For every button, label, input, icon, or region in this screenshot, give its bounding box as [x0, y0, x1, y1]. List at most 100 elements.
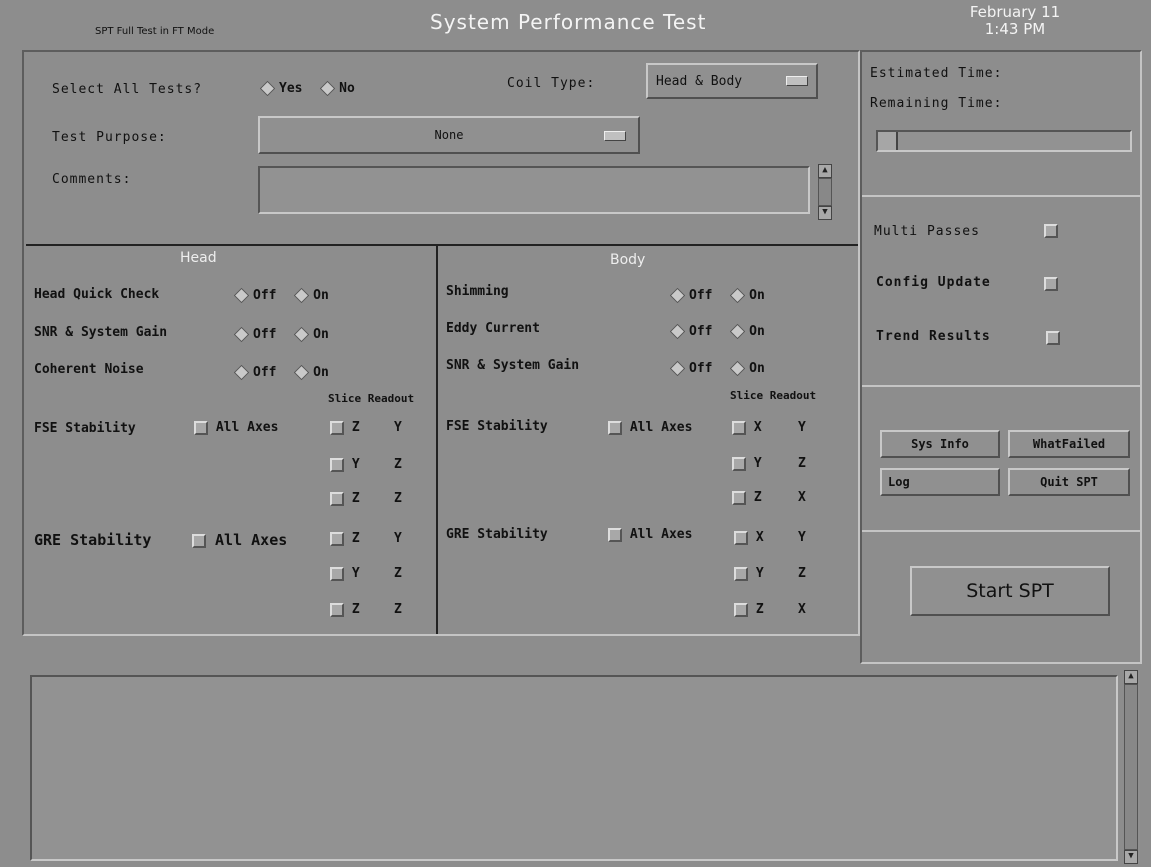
radio-diamond-icon — [669, 323, 686, 340]
head-gre-axis-row[interactable]: Z — [330, 531, 360, 546]
head-fse-axis-row[interactable]: Z — [330, 491, 360, 506]
body-gre-axis-row[interactable]: Y — [734, 566, 764, 581]
head-fse-axis-row[interactable]: Z — [330, 420, 360, 435]
head-fse-readout: Z — [394, 457, 402, 472]
radio-diamond-icon — [729, 287, 746, 304]
head-quick-check-label: Head Quick Check — [34, 287, 160, 302]
comments-field[interactable] — [258, 166, 810, 214]
head-fse-axis-row[interactable]: Y — [330, 457, 360, 472]
scroll-track[interactable] — [1124, 684, 1138, 850]
option-menu-icon — [786, 76, 808, 86]
radio-on[interactable]: On — [292, 364, 329, 381]
sys-info-button[interactable]: Sys Info — [880, 430, 1000, 458]
head-gre-axis-row[interactable]: Y — [330, 566, 360, 581]
body-gre-readout: Y — [798, 530, 806, 545]
radio-off[interactable]: Off — [232, 326, 276, 343]
head-quick-check-radios: Off On — [232, 286, 335, 305]
select-all-yes-radio[interactable]: Yes — [258, 80, 302, 97]
select-all-no-radio[interactable]: No — [318, 80, 355, 97]
body-panel — [438, 244, 858, 634]
head-coherent-noise-radios: Off On — [232, 363, 335, 382]
body-gre-stability-label: GRE Stability — [446, 527, 548, 542]
multi-passes-checkbox[interactable] — [1044, 224, 1058, 238]
right-divider — [862, 530, 1140, 532]
checkbox[interactable] — [194, 420, 208, 435]
test-purpose-menu[interactable]: None — [258, 116, 640, 154]
head-gre-readout: Y — [394, 531, 402, 546]
test-purpose-value: None — [434, 128, 464, 142]
head-fse-readout: Y — [394, 420, 402, 435]
radio-diamond-icon — [669, 287, 686, 304]
window-title: System Performance Test — [430, 10, 707, 34]
body-fse-axis-row[interactable]: X — [732, 420, 762, 435]
radio-diamond-icon — [233, 364, 250, 381]
radio-off[interactable]: Off — [232, 287, 276, 304]
radio-diamond-icon — [293, 326, 310, 343]
body-shimming-label: Shimming — [446, 284, 509, 299]
estimated-time-label: Estimated Time: — [870, 66, 1003, 81]
config-update-checkbox[interactable] — [1044, 277, 1058, 291]
right-divider — [862, 385, 1140, 387]
radio-diamond-icon — [293, 287, 310, 304]
body-slice-readout-header: Slice Readout — [730, 389, 817, 402]
head-fse-all-axes[interactable]: All Axes — [194, 420, 278, 435]
mode-label: SPT Full Test in FT Mode — [95, 26, 215, 37]
radio-on[interactable]: On — [292, 326, 329, 343]
body-fse-stability-label: FSE Stability — [446, 419, 548, 434]
what-failed-button[interactable]: WhatFailed — [1008, 430, 1130, 458]
config-update-label: Config Update — [876, 275, 991, 290]
radio-diamond-icon — [319, 80, 336, 97]
scroll-down-icon[interactable]: ▼ — [1124, 850, 1138, 864]
date-label: February 11 — [969, 3, 1061, 21]
radio-on[interactable]: On — [728, 287, 765, 304]
scroll-up-icon[interactable]: ▲ — [1124, 670, 1138, 684]
radio-off[interactable]: Off — [668, 360, 712, 377]
body-gre-axis-row[interactable]: X — [734, 530, 764, 545]
multi-passes-label: Multi Passes — [874, 224, 980, 239]
body-eddy-current-label: Eddy Current — [446, 321, 540, 336]
body-fse-readout: Z — [798, 456, 806, 471]
select-all-radios: Yes No — [258, 79, 361, 98]
log-scrollbar[interactable]: ▲ ▼ — [1124, 670, 1140, 864]
trend-results-checkbox[interactable] — [1046, 331, 1060, 345]
head-gre-all-axes[interactable]: All Axes — [192, 531, 287, 549]
body-fse-all-axes[interactable]: All Axes — [608, 420, 692, 435]
radio-on[interactable]: On — [728, 323, 765, 340]
radio-off[interactable]: Off — [668, 323, 712, 340]
head-gre-readout: Z — [394, 566, 402, 581]
body-gre-axis-row[interactable]: Z — [734, 602, 764, 617]
radio-off[interactable]: Off — [668, 287, 712, 304]
body-fse-readout: X — [798, 490, 806, 505]
body-snr-label: SNR & System Gain — [446, 358, 580, 373]
right-divider — [862, 195, 1140, 197]
body-gre-readout: X — [798, 602, 806, 617]
scroll-down-icon[interactable]: ▼ — [818, 206, 832, 220]
head-gre-axis-row[interactable]: Z — [330, 602, 360, 617]
checkbox[interactable] — [608, 527, 622, 542]
body-fse-axis-row[interactable]: Y — [732, 456, 762, 471]
radio-on[interactable]: On — [292, 287, 329, 304]
radio-on[interactable]: On — [728, 360, 765, 377]
radio-diamond-icon — [729, 360, 746, 377]
head-gre-stability-label: GRE Stability — [34, 531, 152, 549]
radio-diamond-icon — [293, 364, 310, 381]
coil-type-menu[interactable]: Head & Body — [646, 63, 818, 99]
checkbox[interactable] — [608, 420, 622, 435]
log-area[interactable] — [30, 675, 1118, 861]
checkbox[interactable] — [192, 533, 206, 548]
comments-label: Comments: — [52, 172, 132, 187]
quit-spt-button[interactable]: Quit SPT — [1008, 468, 1130, 496]
select-all-label: Select All Tests? — [52, 82, 203, 97]
body-shimming-radios: Off On — [668, 286, 771, 305]
scroll-up-icon[interactable]: ▲ — [818, 164, 832, 178]
head-snr-label: SNR & System Gain — [34, 325, 168, 340]
radio-off[interactable]: Off — [232, 364, 276, 381]
time-label: 1:43 PM — [984, 20, 1046, 38]
log-button[interactable]: Log — [880, 468, 1000, 496]
head-fse-readout: Z — [394, 491, 402, 506]
start-spt-button[interactable]: Start SPT — [910, 566, 1110, 616]
comments-scrollbar[interactable]: ▲ ▼ — [818, 164, 834, 220]
body-fse-axis-row[interactable]: Z — [732, 490, 762, 505]
body-gre-all-axes[interactable]: All Axes — [608, 527, 692, 542]
coil-type-label: Coil Type: — [507, 76, 596, 91]
